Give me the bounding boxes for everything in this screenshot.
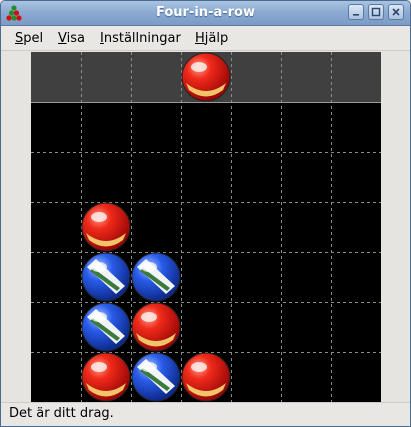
red-piece — [131, 302, 181, 352]
board-canvas[interactable] — [31, 52, 381, 402]
minimize-button[interactable] — [348, 4, 364, 20]
blue-piece — [81, 252, 131, 302]
blue-piece — [131, 252, 181, 302]
status-message: Det är ditt drag. — [9, 406, 114, 421]
close-button[interactable] — [388, 4, 404, 20]
menu-hjalp[interactable]: Hjälp — [195, 31, 228, 46]
app-window: Four-in-a-row Spel Visa Inställningar Hj… — [0, 0, 411, 427]
menu-bar: Spel Visa Inställningar Hjälp — [1, 26, 410, 51]
minimize-icon — [353, 14, 359, 16]
close-icon — [392, 8, 400, 16]
game-board[interactable] — [31, 52, 381, 402]
title-bar[interactable]: Four-in-a-row — [1, 1, 410, 26]
menu-hjalp-label: jälp — [204, 31, 229, 46]
maximize-button[interactable] — [368, 4, 384, 20]
menu-installningar[interactable]: Inställningar — [100, 31, 181, 46]
status-bar: Det är ditt drag. — [1, 402, 410, 426]
blue-piece — [131, 352, 181, 402]
red-piece — [81, 352, 131, 402]
blue-piece — [81, 302, 131, 352]
menu-visa-label: isa — [66, 31, 85, 46]
menu-visa-mnemonic: V — [58, 31, 67, 46]
menu-spel-label: pel — [23, 31, 44, 46]
menu-hjalp-mnemonic: H — [195, 31, 205, 46]
red-piece — [181, 52, 231, 102]
red-piece — [181, 352, 231, 402]
red-piece — [81, 202, 131, 252]
menu-visa[interactable]: Visa — [58, 31, 85, 46]
maximize-icon — [371, 7, 381, 17]
menu-spel[interactable]: Spel — [15, 31, 43, 46]
menu-installningar-label: nställningar — [103, 31, 181, 46]
